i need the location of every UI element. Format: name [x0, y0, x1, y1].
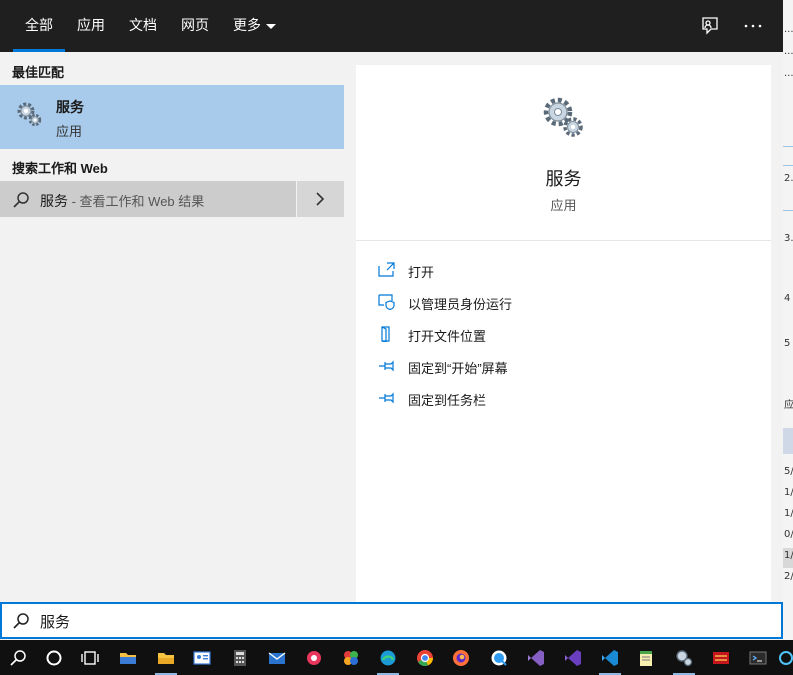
search-box[interactable] — [0, 602, 783, 639]
bg-text: 5 — [784, 338, 791, 349]
bg-text: ... — [784, 46, 793, 57]
bg-line — [783, 210, 793, 211]
web-search-query: 服务 — [40, 193, 68, 209]
tab-documents[interactable]: 文档 — [129, 0, 157, 52]
mail-icon[interactable] — [259, 640, 295, 675]
tab-more[interactable]: 更多 — [233, 0, 276, 52]
edge-icon[interactable] — [370, 640, 406, 675]
tab-web[interactable]: 网页 — [181, 0, 209, 52]
best-match-name: 服务 — [56, 99, 84, 115]
folder-icon[interactable] — [148, 640, 184, 675]
open-icon — [378, 262, 395, 277]
web-search-suffix: - 查看工作和 Web 结果 — [68, 194, 205, 209]
notepad-icon[interactable] — [628, 640, 664, 675]
media-player-icon[interactable] — [296, 640, 332, 675]
action-run-as-admin-label: 以管理员身份运行 — [408, 297, 513, 312]
bg-text: 1/ — [784, 550, 793, 561]
services-gear-icon — [543, 97, 583, 137]
tab-apps[interactable]: 应用 — [77, 0, 105, 52]
action-open-file-location-label: 打开文件位置 — [408, 329, 487, 344]
search-icon — [13, 613, 29, 629]
firefox-icon[interactable] — [443, 640, 479, 675]
contacts-icon[interactable] — [184, 640, 220, 675]
bg-text: 2/ — [784, 571, 793, 582]
web-search-result[interactable]: 服务 - 查看工作和 Web 结果 — [0, 181, 296, 217]
action-pin-to-taskbar-label: 固定到任务栏 — [408, 393, 487, 408]
bg-line — [783, 146, 793, 147]
bg-text: 2. — [784, 173, 793, 184]
best-match-item[interactable]: 服务 应用 — [0, 85, 344, 149]
vscode-icon[interactable] — [592, 640, 628, 675]
bg-text: 4 — [784, 293, 791, 304]
bg-text: 3. — [784, 233, 793, 244]
feedback-icon[interactable] — [698, 14, 722, 38]
web-search-heading: 搜索工作和 Web — [12, 161, 108, 176]
action-open-label: 打开 — [408, 265, 435, 280]
bg-text: 应 — [784, 400, 793, 411]
chevron-down-icon — [266, 23, 276, 29]
bg-line — [783, 165, 793, 166]
action-pin-to-taskbar[interactable]: 固定到任务栏 — [378, 386, 758, 410]
results-list: 最佳匹配 服务 应用 搜索工作和 Web 服务 - 查看工作和 Web 结果 — [0, 52, 344, 602]
web-search-expand-button[interactable] — [296, 181, 344, 217]
best-match-heading: 最佳匹配 — [12, 65, 65, 80]
action-open-file-location[interactable]: 打开文件位置 — [378, 322, 758, 346]
tab-more-label: 更多 — [233, 17, 261, 33]
search-icon — [13, 192, 29, 208]
network-app-icon[interactable] — [772, 640, 793, 675]
cortana-icon[interactable] — [36, 640, 72, 675]
bg-text: ... — [784, 68, 793, 79]
action-pin-to-start[interactable]: 固定到“开始”屏幕 — [378, 354, 758, 378]
preview-pane: 服务 应用 打开 以管理员身份运行 打开文件位置 固定到“开始”屏幕 固定到任务… — [356, 65, 771, 602]
search-tab-bar: 全部 应用 文档 网页 更多 — [0, 0, 783, 52]
services-gear-icon — [17, 102, 42, 127]
background-window-strip: ... ... ... 2. 3. 4 5 应 5/ 1/ 1/ 0/ 1/ 2… — [783, 0, 793, 640]
best-match-type: 应用 — [56, 124, 83, 139]
ellipsis-icon[interactable] — [741, 14, 765, 38]
shield-admin-icon — [378, 294, 395, 310]
red-app-icon[interactable] — [703, 640, 739, 675]
action-run-as-admin[interactable]: 以管理员身份运行 — [378, 290, 758, 314]
file-explorer-icon[interactable] — [110, 640, 146, 675]
pin-icon — [379, 392, 394, 404]
calculator-icon[interactable] — [222, 640, 258, 675]
bg-band — [783, 428, 793, 454]
preview-app-name: 服务 — [545, 169, 582, 189]
preview-app-type: 应用 — [550, 198, 577, 213]
file-location-icon — [381, 326, 390, 342]
pin-icon — [379, 360, 394, 372]
taskbar — [0, 640, 793, 675]
chevron-right-icon — [316, 192, 325, 206]
search-panel: 全部 应用 文档 网页 更多 最佳匹配 服务 应用 搜索工作和 Web 服务 -… — [0, 0, 783, 640]
services-icon[interactable] — [666, 640, 702, 675]
bg-text: ... — [784, 24, 793, 35]
chrome-icon[interactable] — [407, 640, 443, 675]
bg-text: 0/ — [784, 529, 793, 540]
terminal-icon[interactable] — [740, 640, 776, 675]
action-open[interactable]: 打开 — [378, 258, 758, 282]
bg-text: 1/ — [784, 487, 793, 498]
tab-all[interactable]: 全部 — [13, 0, 65, 52]
web-search-text: 服务 - 查看工作和 Web 结果 — [40, 191, 204, 211]
task-view-icon[interactable] — [72, 640, 108, 675]
bg-text: 5/ — [784, 466, 793, 477]
search-icon[interactable] — [0, 640, 36, 675]
puzzle-app-icon[interactable] — [333, 640, 369, 675]
visual-studio-preview-icon[interactable] — [555, 640, 591, 675]
qq-browser-icon[interactable] — [481, 640, 517, 675]
search-input[interactable] — [40, 609, 740, 633]
bg-text: 1/ — [784, 508, 793, 519]
divider — [356, 240, 771, 241]
visual-studio-icon[interactable] — [518, 640, 554, 675]
action-pin-to-start-label: 固定到“开始”屏幕 — [408, 361, 508, 376]
